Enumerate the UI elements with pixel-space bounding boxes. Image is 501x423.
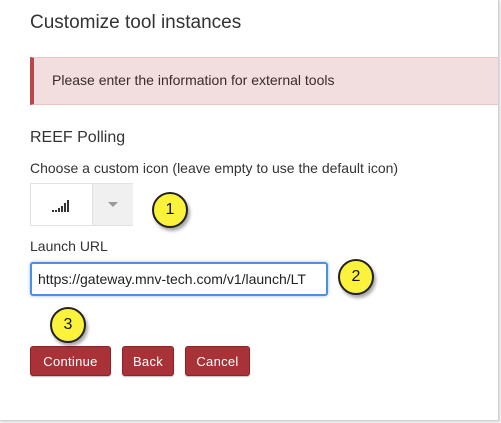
callout-marker-2: 2	[338, 259, 374, 295]
custom-icon-label: Choose a custom icon (leave empty to use…	[30, 160, 399, 176]
cancel-button[interactable]: Cancel	[185, 346, 250, 376]
launch-url-input[interactable]	[30, 262, 328, 296]
callout-marker-1: 1	[152, 192, 188, 228]
page-title: Customize tool instances	[30, 12, 242, 33]
chevron-down-icon	[108, 202, 118, 207]
icon-dropdown-toggle[interactable]	[92, 184, 133, 225]
alert-message: Please enter the information for externa…	[52, 72, 335, 88]
customize-tool-panel: Customize tool instances Please enter th…	[0, 0, 499, 421]
back-button[interactable]: Back	[122, 346, 174, 376]
error-alert: Please enter the information for externa…	[30, 57, 498, 105]
launch-url-label: Launch URL	[30, 238, 108, 254]
signal-bars-icon	[52, 200, 69, 212]
tool-name: REEF Polling	[30, 129, 126, 146]
callout-marker-3: 3	[50, 307, 86, 343]
continue-button[interactable]: Continue	[30, 346, 111, 376]
icon-preview[interactable]	[31, 184, 92, 225]
icon-picker[interactable]	[30, 183, 133, 226]
